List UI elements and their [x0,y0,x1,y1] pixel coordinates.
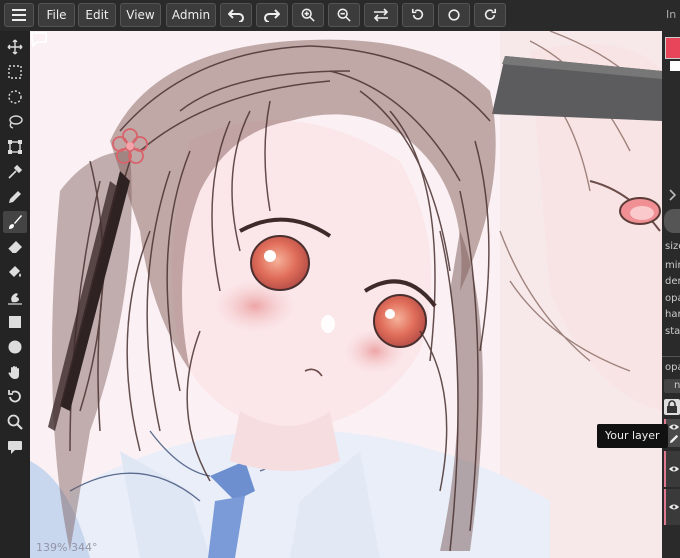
view-menu-button[interactable]: View [120,3,161,27]
fill-icon [9,266,21,277]
rotate-right-button[interactable] [474,3,506,27]
main-menu-button[interactable] [4,3,34,27]
zoom-in-button[interactable] [292,3,324,27]
brush-setting-label: size [665,241,680,252]
reset-rotation-icon [448,9,460,21]
rotate-left-icon [411,8,424,20]
tool-pen[interactable] [3,186,27,208]
reset-rotation-button[interactable] [438,3,470,27]
tool-smudge[interactable] [3,286,27,308]
flip-icon [373,8,389,22]
redo-button[interactable] [256,3,288,27]
layer-opacity-label: opa [665,362,680,373]
visibility-eye-icon[interactable] [668,423,680,431]
transform-icon [8,140,22,154]
tool-transform[interactable] [3,136,27,158]
zoom-rotation-readout: 139% 344° [36,541,98,554]
right-panel: size min den opa harc stab opa n [662,31,680,558]
ellipse-select-icon [8,90,22,104]
lasso-icon [9,115,23,129]
tool-eraser[interactable] [3,236,27,258]
menu-icon [12,9,26,21]
artwork [30,31,662,558]
undo-button[interactable] [220,3,252,27]
rotate-right-icon [484,8,497,20]
chevron-right-icon[interactable] [668,189,678,201]
file-menu-button[interactable]: File [38,3,75,27]
layer-tooltip: Your layer [597,424,668,448]
brush-icon [9,215,22,229]
brush-setting-label: min [665,260,680,271]
hand-icon [8,366,19,379]
tool-rect-select[interactable] [3,61,27,83]
flip-button[interactable] [364,3,398,27]
tool-circle[interactable] [3,336,27,358]
brush-preview [664,209,680,233]
tool-fill[interactable] [3,261,27,283]
lock-layer-button[interactable] [664,399,680,415]
info-label: In [666,8,677,21]
visibility-eye-icon[interactable] [668,465,680,473]
tool-move[interactable] [3,36,27,58]
eyedropper-icon [8,164,23,179]
layer-row[interactable] [664,489,680,525]
edit-menu-button[interactable]: Edit [78,3,116,27]
tool-eyedropper[interactable] [3,161,27,183]
brush-setting-label: harc [665,309,680,320]
primary-color-swatch[interactable] [665,37,680,59]
pen-icon [9,191,21,203]
tool-ellipse-select[interactable] [3,86,27,108]
redo-icon [264,9,280,22]
panel-divider [662,356,680,357]
top-toolbar: File Edit View Admin In [0,0,680,32]
zoom-out-button[interactable] [328,3,360,27]
rectangle-icon [9,316,21,328]
undo-icon [228,9,244,22]
brush-setting-label: opa [665,293,680,304]
brush-setting-label: stab [665,326,680,337]
secondary-color-swatch[interactable] [670,61,680,71]
drawing-canvas[interactable]: 139% 344° [30,31,662,558]
tool-lasso[interactable] [3,111,27,133]
admin-menu-button[interactable]: Admin [166,3,216,27]
new-layer-button[interactable]: n [664,379,680,393]
tool-hand[interactable] [3,361,27,383]
tool-rectangle[interactable] [3,311,27,333]
zoom-in-icon [301,8,315,22]
pencil-icon [669,434,679,443]
tool-rotate[interactable] [3,386,27,408]
rotate-left-button[interactable] [402,3,434,27]
chat-bubble-icon[interactable] [30,31,48,47]
lock-icon [667,400,677,413]
chat-icon [8,441,22,454]
tool-brush[interactable] [3,211,27,233]
move-icon [7,39,23,55]
circle-icon [8,340,22,354]
rotate-icon [8,390,21,403]
rect-select-icon [8,65,22,79]
visibility-eye-icon[interactable] [668,503,680,511]
tool-chat[interactable] [3,436,27,458]
eraser-icon [7,241,22,254]
brush-setting-label: den [665,276,680,287]
layer-row[interactable] [664,451,680,487]
tool-zoom[interactable] [3,411,27,433]
tool-palette [0,31,30,558]
zoom-icon [7,414,23,430]
smudge-icon [8,293,22,305]
zoom-out-icon [337,8,351,22]
